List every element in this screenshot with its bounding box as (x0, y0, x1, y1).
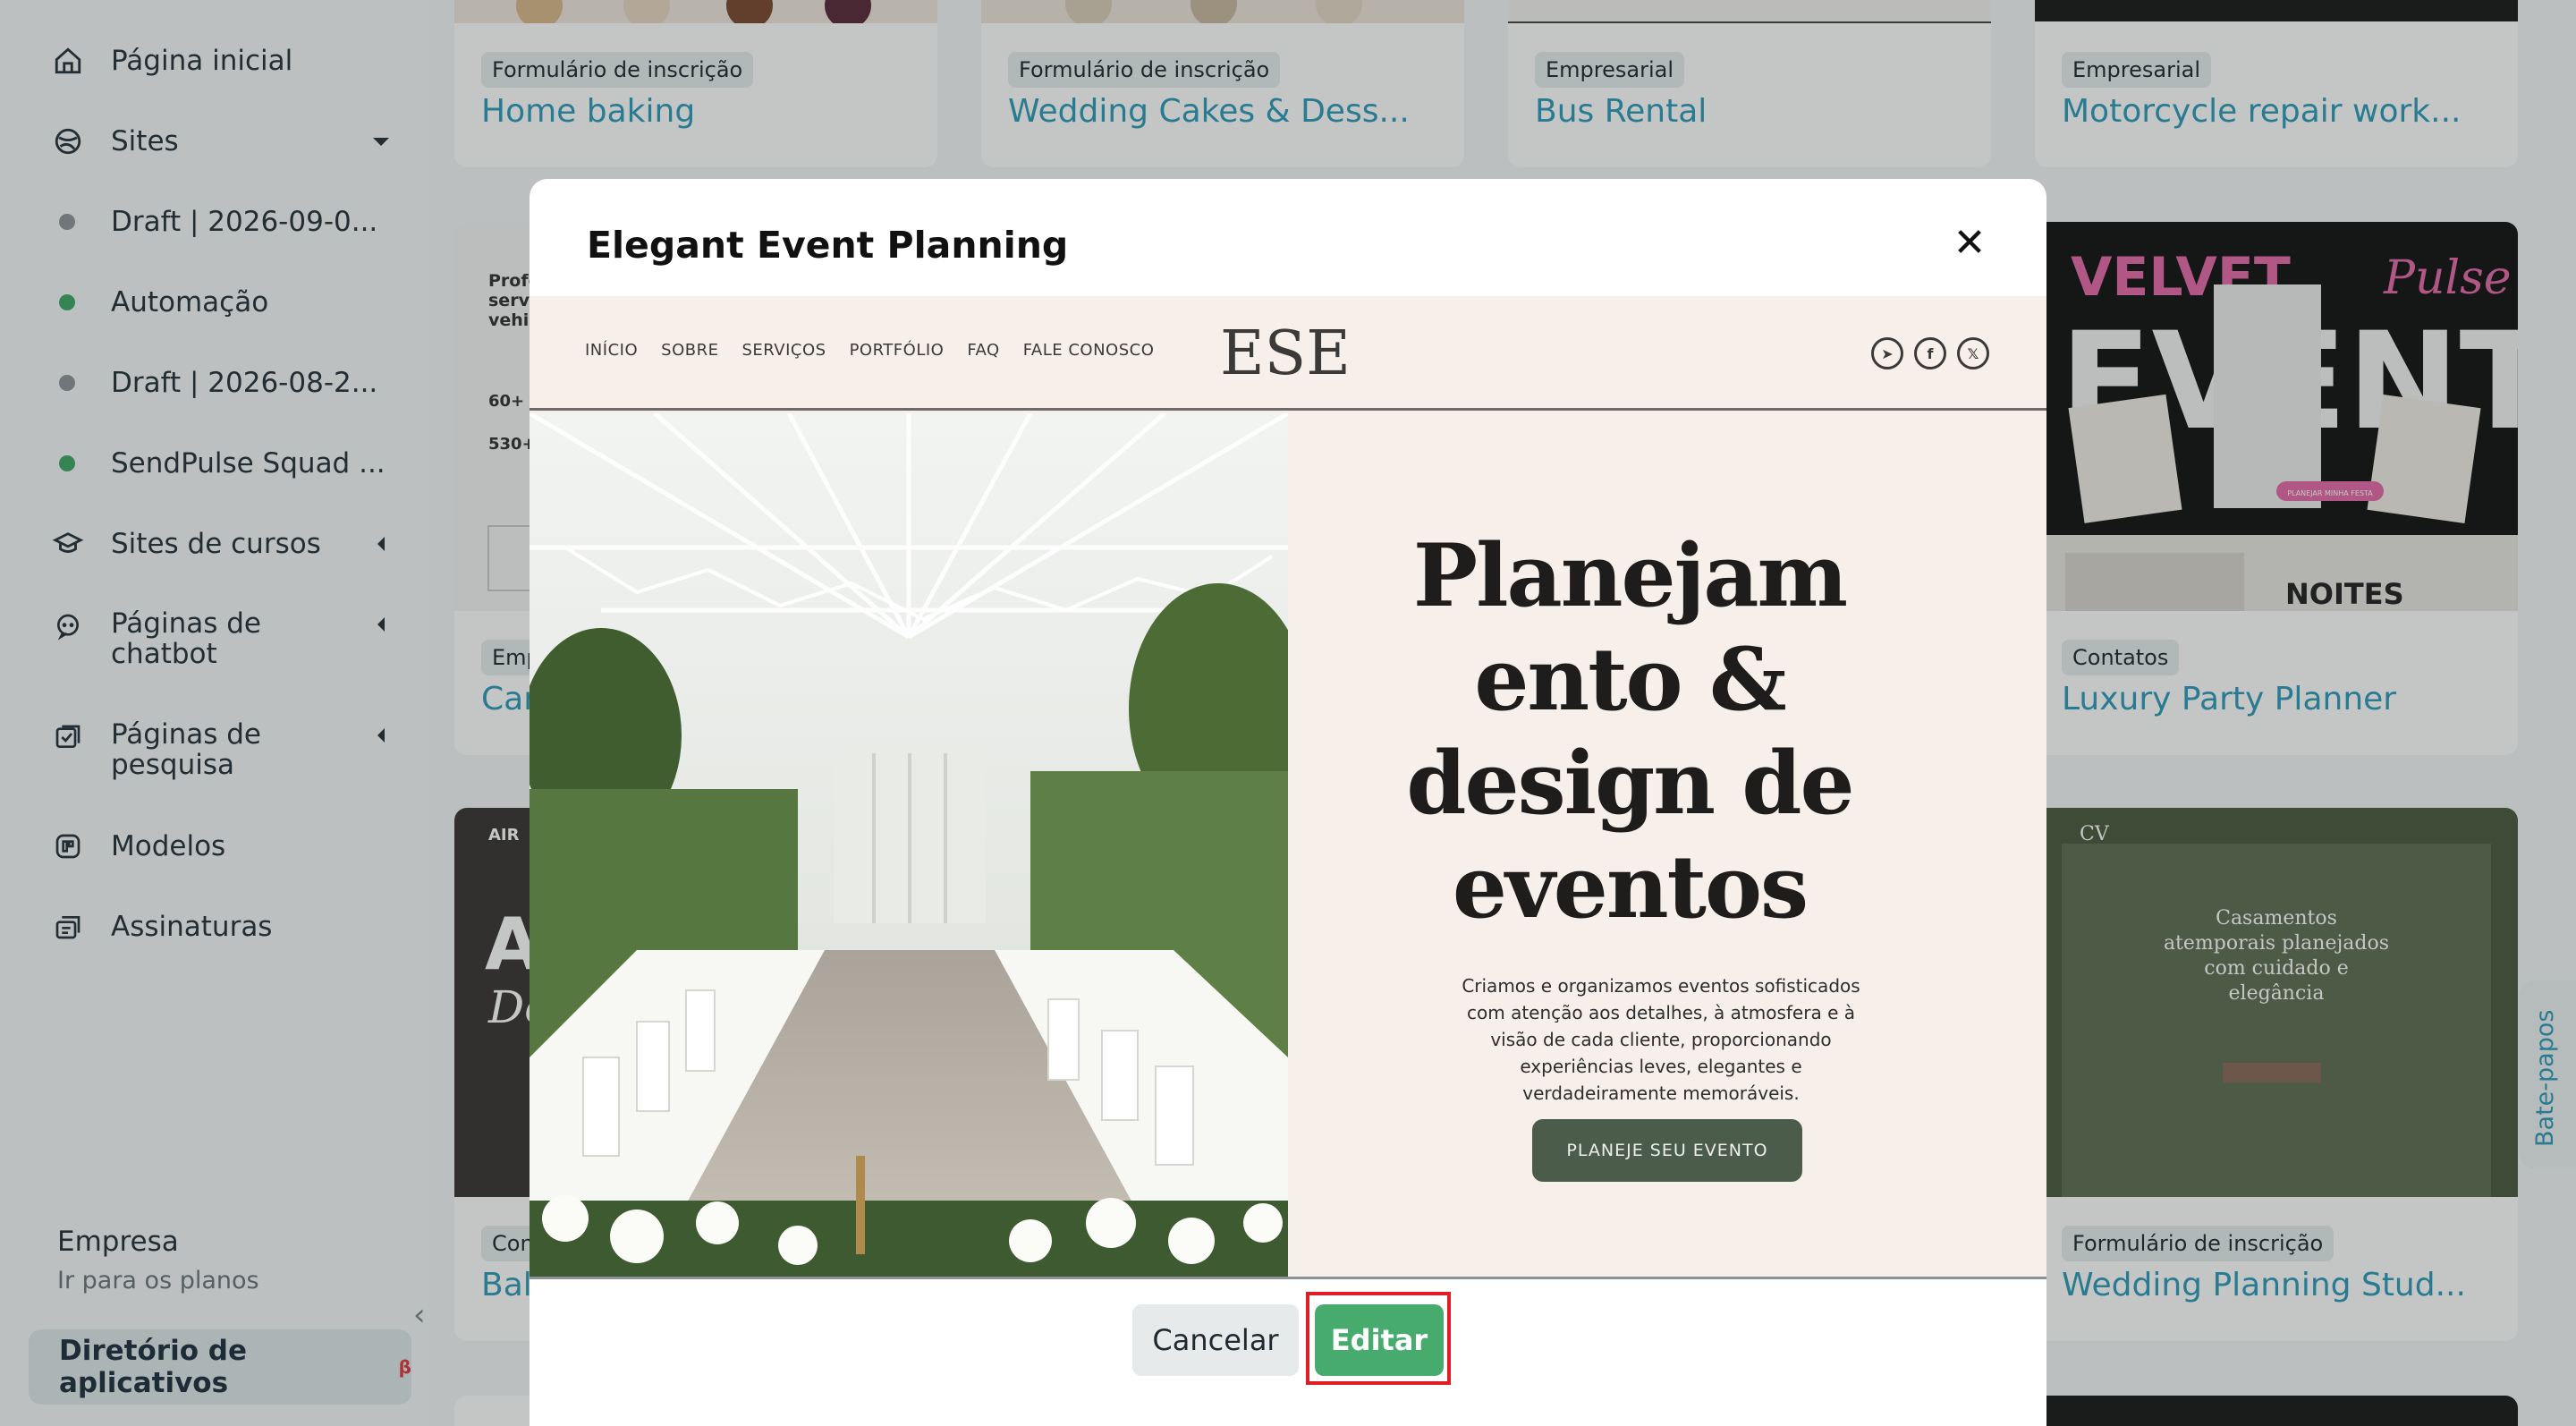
preview-nav-link: INÍCIO (585, 341, 639, 360)
preview-logo: ESE (1220, 318, 1351, 389)
telegram-icon: ➤ (1871, 337, 1903, 369)
preview-nav-links: INÍCIO SOBRE SERVIÇOS PORTFÓLIO FAQ FALE… (585, 341, 1154, 360)
preview-cta-button: PLANEJE SEU EVENTO (1532, 1119, 1802, 1182)
preview-nav-link: FALE CONOSCO (1022, 341, 1155, 360)
modal-footer: Cancelar Editar (530, 1277, 2046, 1426)
template-preview-modal: Elegant Event Planning ✕ INÍCIO SOBRE SE… (530, 179, 2046, 1426)
preview-social-icons: ➤ f 𝕏 (1871, 337, 1989, 369)
template-preview: INÍCIO SOBRE SERVIÇOS PORTFÓLIO FAQ FALE… (530, 296, 2046, 1277)
modal-title: Elegant Event Planning (587, 224, 1069, 267)
preview-nav-link: SERVIÇOS (741, 341, 826, 360)
preview-nav-link: FAQ (967, 341, 1000, 360)
preview-nav-link: SOBRE (661, 341, 719, 360)
preview-hero-image (530, 413, 1288, 1277)
facebook-icon: f (1914, 337, 1946, 369)
preview-body-text: Criamos e organizamos eventos sofisticad… (1462, 975, 1860, 1104)
close-icon[interactable]: ✕ (1948, 222, 1991, 265)
preview-nav-link: PORTFÓLIO (849, 341, 945, 360)
cancel-button[interactable]: Cancelar (1132, 1304, 1299, 1376)
edit-button-highlight (1306, 1292, 1451, 1385)
x-icon: 𝕏 (1957, 337, 1989, 369)
preview-header: INÍCIO SOBRE SERVIÇOS PORTFÓLIO FAQ FALE… (530, 296, 2046, 411)
preview-headline: Planejam ento & design de eventos (1406, 525, 1854, 938)
